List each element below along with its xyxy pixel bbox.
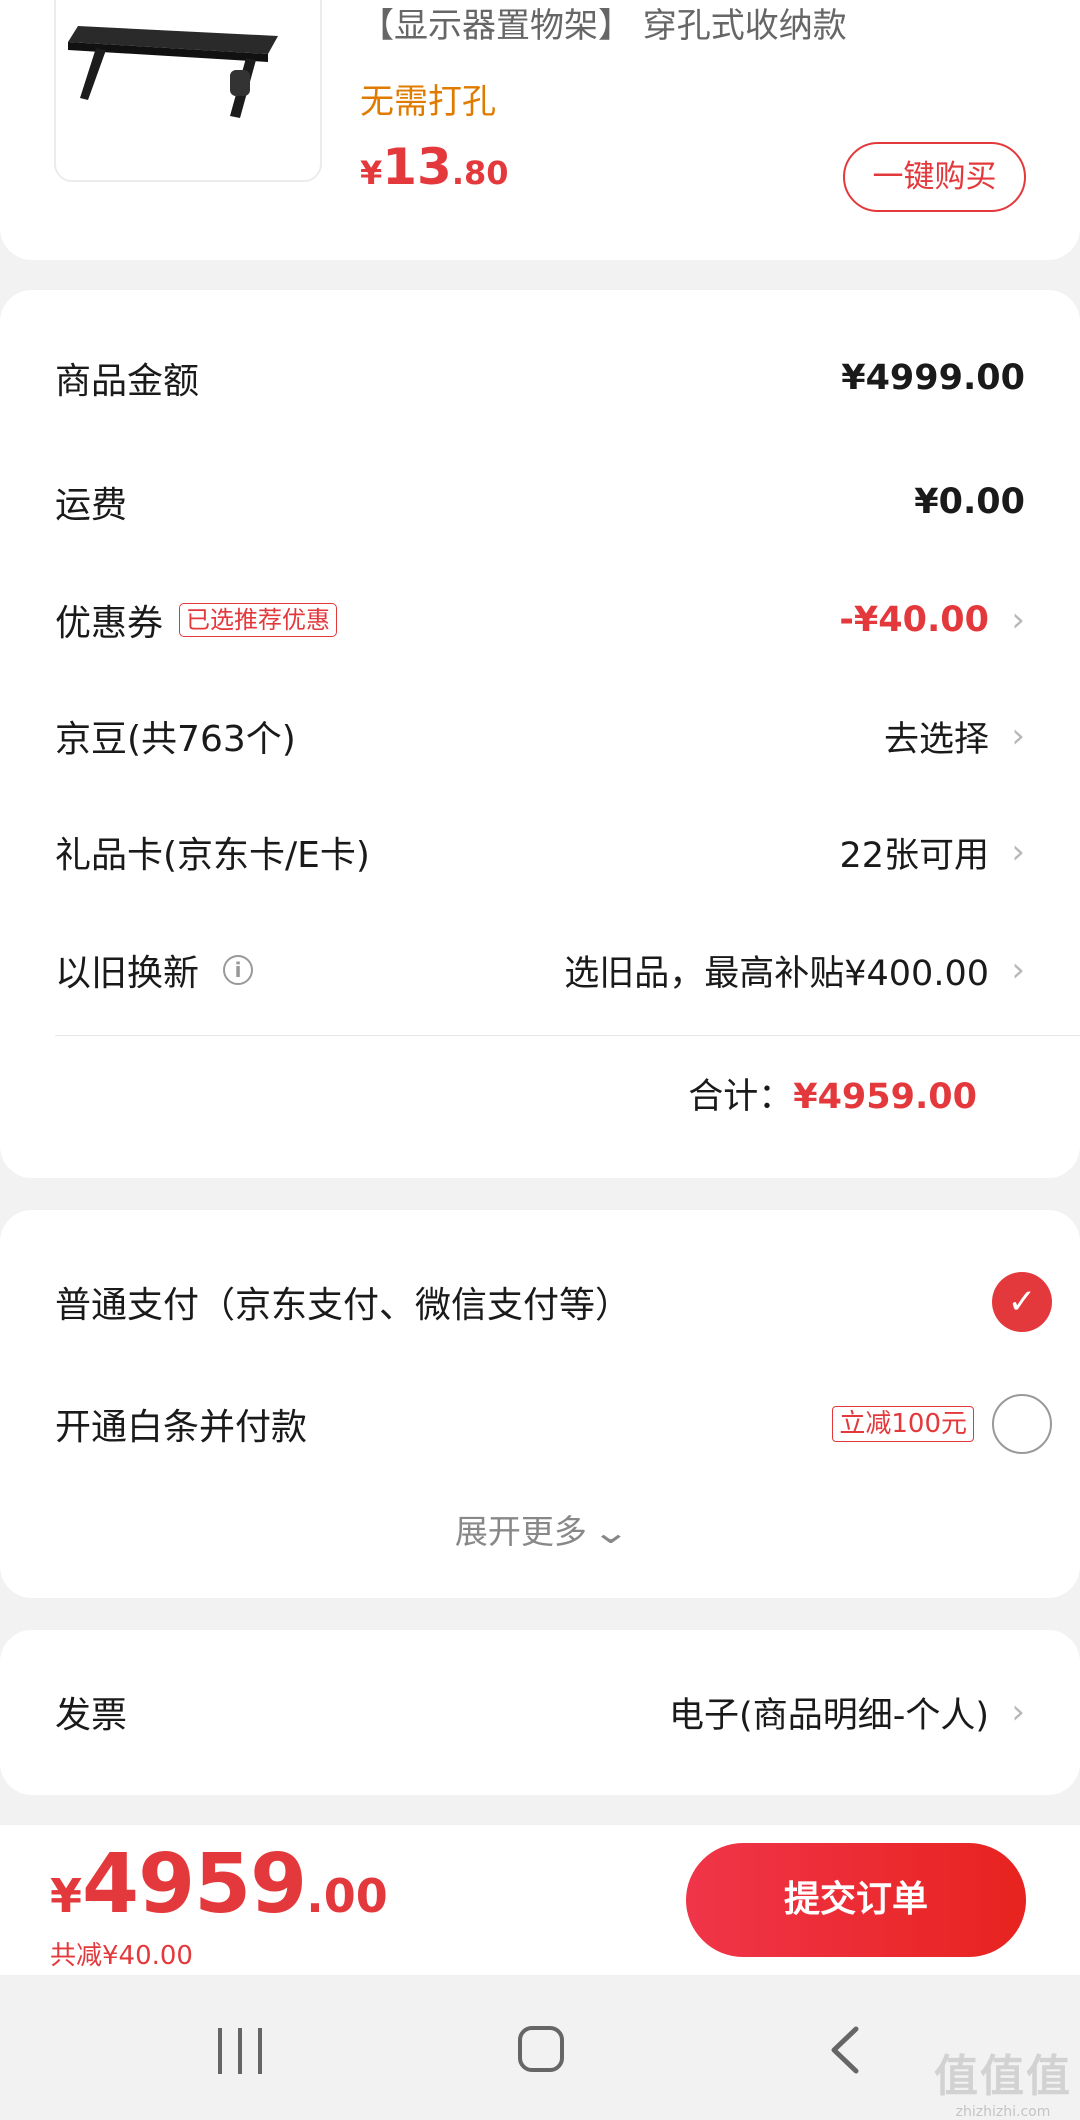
- watermark: 值值值 zhizhizhi.com: [928, 2040, 1078, 2120]
- watermark-logo: 值值值: [934, 2051, 1072, 2102]
- product-title[interactable]: 【显示器置物架】 穿孔式收纳款: [360, 0, 847, 47]
- invoice-label: 发票: [55, 1695, 128, 1736]
- goods-amount-row: 商品金额 ¥4999.00: [55, 338, 1025, 418]
- total-value: ¥4959.00: [793, 1077, 977, 1117]
- expand-more-label: 展开更多: [454, 1512, 587, 1551]
- payment-normal-label: 普通支付（京东支付、微信支付等）: [55, 1285, 632, 1326]
- total-label: 合计：: [688, 1077, 794, 1117]
- system-nav-bar: [0, 1975, 1080, 2120]
- jingdou-label: 京豆(共763个): [55, 719, 296, 760]
- invoice-value: 电子(商品明细-个人): [669, 1695, 989, 1736]
- coupon-value: -¥40.00: [839, 600, 989, 640]
- chevron-down-icon: ⌄: [591, 1512, 631, 1551]
- one-click-buy-button[interactable]: 一键购买: [843, 142, 1026, 212]
- submit-order-button[interactable]: 提交订单: [686, 1843, 1026, 1957]
- invoice-row[interactable]: 发票 电子(商品明细-个人) ›: [55, 1672, 1025, 1752]
- expand-more-button[interactable]: 展开更多 ⌄: [0, 1505, 1080, 1553]
- chevron-right-icon: ›: [1011, 832, 1025, 872]
- product-card: 【显示器置物架】 穿孔式收纳款 无需打孔 ¥13.80 一键购买: [0, 0, 1080, 260]
- goods-amount-value: ¥4999.00: [841, 358, 1025, 398]
- payment-option-normal[interactable]: 普通支付（京东支付、微信支付等） ✓: [55, 1262, 1052, 1342]
- coupon-label: 优惠券: [55, 603, 164, 644]
- jingdou-row[interactable]: 京豆(共763个) 去选择 ›: [55, 696, 1025, 776]
- shipping-row: 运费 ¥0.00: [55, 462, 1025, 542]
- tradein-row[interactable]: 以旧换新 i 选旧品，最高补贴¥400.00 ›: [55, 930, 1025, 1010]
- info-icon[interactable]: i: [223, 955, 254, 985]
- checkout-bar: ¥4959.00 共减¥40.00 提交订单: [0, 1825, 1080, 1975]
- invoice-card[interactable]: 发票 电子(商品明细-个人) ›: [0, 1630, 1080, 1795]
- chevron-right-icon: ›: [1011, 1692, 1025, 1732]
- coupon-badge: 已选推荐优惠: [179, 603, 338, 637]
- shelf-image: [68, 26, 278, 118]
- checkout-total: ¥4959.00: [50, 1837, 388, 1932]
- order-summary-card: 商品金额 ¥4999.00 运费 ¥0.00 优惠券 已选推荐优惠 -¥40.0…: [0, 290, 1080, 1178]
- giftcard-label: 礼品卡(京东卡/E卡): [55, 835, 370, 876]
- chevron-right-icon: ›: [1011, 716, 1025, 756]
- tradein-label: 以旧换新: [55, 953, 200, 994]
- tradein-value: 选旧品，最高补贴¥400.00: [564, 953, 989, 994]
- checkout-saved: 共减¥40.00: [50, 1941, 193, 1971]
- giftcard-row[interactable]: 礼品卡(京东卡/E卡) 22张可用 ›: [55, 812, 1025, 892]
- back-icon[interactable]: [826, 2025, 866, 2075]
- chevron-right-icon: ›: [1011, 950, 1025, 990]
- coupon-row[interactable]: 优惠券 已选推荐优惠 -¥40.00 ›: [55, 580, 1025, 660]
- payment-option-baitiao[interactable]: 开通白条并付款 立减100元: [55, 1384, 1052, 1464]
- product-tag: 无需打孔: [360, 82, 496, 122]
- shipping-label: 运费: [55, 485, 128, 526]
- divider: [55, 1035, 1080, 1036]
- chevron-right-icon: ›: [1011, 600, 1025, 640]
- watermark-site: zhizhizhi.com: [955, 2104, 1051, 2120]
- shipping-value: ¥0.00: [914, 482, 1025, 522]
- radio-unchecked-icon[interactable]: [992, 1394, 1052, 1454]
- recents-icon[interactable]: [218, 2028, 262, 2074]
- product-price: ¥13.80: [360, 138, 509, 196]
- total-row: 合计：¥4959.00: [688, 1068, 977, 1119]
- jingdou-value: 去选择: [883, 719, 989, 760]
- product-thumbnail[interactable]: [54, 0, 322, 182]
- checkmark-icon[interactable]: ✓: [992, 1272, 1052, 1332]
- home-icon[interactable]: [518, 2026, 564, 2072]
- goods-amount-label: 商品金额: [55, 361, 200, 402]
- payment-baitiao-label: 开通白条并付款: [55, 1407, 308, 1448]
- discount-tag: 立减100元: [832, 1406, 974, 1442]
- giftcard-value: 22张可用: [839, 835, 989, 876]
